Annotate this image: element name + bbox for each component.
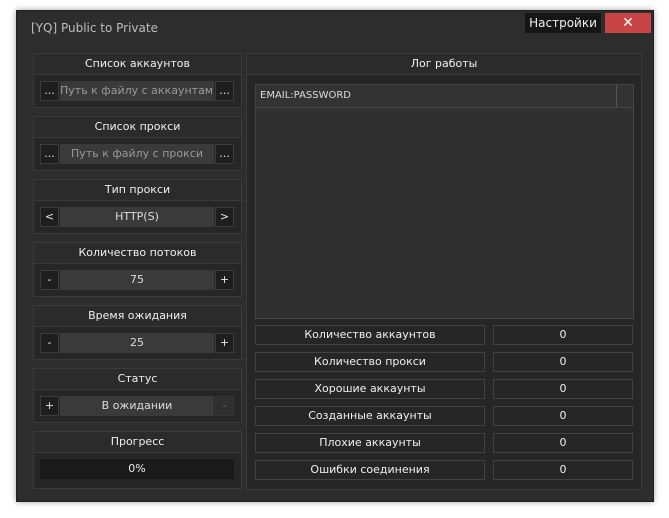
proxies-browse-right-button[interactable]: ... [215,144,234,164]
timeout-value-input[interactable]: 25 [60,333,214,353]
threads-panel: Количество потоков - 75 + [33,242,242,297]
progress-header: Прогресс [34,432,241,453]
proxy-type-next-button[interactable]: > [215,207,234,227]
accounts-panel: Список аккаунтов ... Путь к файлу с акка… [33,53,242,108]
close-icon[interactable]: ✕ [605,13,651,33]
accounts-browse-right-button[interactable]: ... [215,81,234,101]
log-list[interactable]: EMAIL:PASSWORD [255,84,634,319]
status-header: Статус [34,369,241,390]
threads-row: - 75 + [40,270,234,290]
main-window: [YQ] Public to Private Настройки ✕ Списо… [16,10,654,502]
log-column-header: EMAIL:PASSWORD [256,85,633,108]
timeout-panel: Время ожидания - 25 + [33,305,242,360]
proxy-type-prev-button[interactable]: < [40,207,59,227]
stat-value-accounts: 0 [493,325,633,345]
timeout-decrement-button[interactable]: - [40,333,59,353]
timeout-increment-button[interactable]: + [215,333,234,353]
threads-decrement-button[interactable]: - [40,270,59,290]
stat-value-created: 0 [493,406,633,426]
stat-value-proxies: 0 [493,352,633,372]
threads-increment-button[interactable]: + [215,270,234,290]
proxies-path-input[interactable]: Путь к файлу с прокси [60,144,214,164]
accounts-path-input[interactable]: Путь к файлу с аккаунтами [60,81,214,101]
proxies-header: Список прокси [34,117,241,138]
log-header: Лог работы [247,54,641,75]
log-column-label: EMAIL:PASSWORD [260,90,352,101]
timeout-row: - 25 + [40,333,234,353]
settings-button[interactable]: Настройки [525,13,601,33]
stat-label-created: Созданные аккаунты [255,406,485,426]
window-title: [YQ] Public to Private [31,21,158,35]
threads-value-input[interactable]: 75 [60,270,214,290]
status-value: В ожидании [60,396,214,416]
stat-label-bad: Плохие аккаунты [255,433,485,453]
log-panel: Лог работы EMAIL:PASSWORD Количество акк… [246,53,642,490]
threads-header: Количество потоков [34,243,241,264]
accounts-header: Список аккаунтов [34,54,241,75]
timeout-header: Время ожидания [34,306,241,327]
proxies-panel: Список прокси ... Путь к файлу с прокси … [33,116,242,171]
stat-label-accounts: Количество аккаунтов [255,325,485,345]
status-stop-button[interactable]: - [215,396,234,416]
stat-value-bad: 0 [493,433,633,453]
stat-label-proxies: Количество прокси [255,352,485,372]
status-row: + В ожидании - [40,396,234,416]
proxy-type-row: < HTTP(S) > [40,207,234,227]
progress-panel: Прогресс 0% [33,431,242,489]
stat-value-good: 0 [493,379,633,399]
stat-label-good: Хорошие аккаунты [255,379,485,399]
proxy-type-value: HTTP(S) [60,207,214,227]
progress-bar: 0% [40,459,234,479]
accounts-browse-left-button[interactable]: ... [40,81,59,101]
proxy-type-header: Тип прокси [34,180,241,201]
proxy-type-panel: Тип прокси < HTTP(S) > [33,179,242,234]
column-divider [616,85,617,107]
stat-value-connection-errors: 0 [493,460,633,480]
status-panel: Статус + В ожидании - [33,368,242,423]
proxies-browse-left-button[interactable]: ... [40,144,59,164]
status-start-button[interactable]: + [40,396,59,416]
title-bar[interactable]: [YQ] Public to Private Настройки ✕ [17,11,653,43]
proxies-row: ... Путь к файлу с прокси ... [40,144,234,164]
accounts-row: ... Путь к файлу с аккаунтами ... [40,81,234,101]
stat-label-connection-errors: Ошибки соединения [255,460,485,480]
